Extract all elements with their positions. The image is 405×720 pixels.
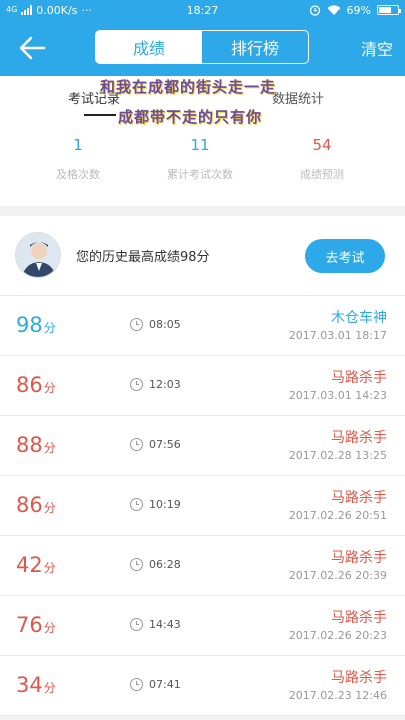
avatar[interactable]	[15, 232, 61, 278]
record-duration: 06:28	[149, 558, 181, 571]
record-score: 88分	[16, 433, 56, 457]
clock-icon	[130, 438, 143, 451]
best-score-text: 您的历史最高成绩98分	[76, 250, 210, 265]
record-list: 98分 08:05 木仓车神 2017.03.01 18:17 86分 12:03 马路杀手…	[0, 296, 405, 716]
stat-pass-count: 1 及格次数	[18, 136, 138, 182]
data-statistics-label: 数据统计	[272, 92, 325, 107]
record-title: 马路杀手	[331, 430, 387, 446]
score-value: 88	[16, 433, 43, 457]
stat-value: 1	[73, 136, 83, 154]
record-row[interactable]: 88分 07:56 马路杀手 2017.02.28 13:25	[0, 416, 405, 476]
stat-caption: 累计考试次数	[167, 168, 233, 181]
stat-value: 54	[312, 136, 332, 154]
signal-icon	[21, 5, 33, 15]
score-unit: 分	[43, 381, 56, 395]
record-row[interactable]: 86分 12:03 马路杀手 2017.03.01 14:23	[0, 356, 405, 416]
score-value: 98	[16, 313, 43, 337]
record-row[interactable]: 98分 08:05 木仓车神 2017.03.01 18:17	[0, 296, 405, 356]
score-value: 42	[16, 553, 43, 577]
stat-caption: 成绩预测	[300, 168, 344, 181]
alarm-icon	[309, 5, 320, 16]
clock-icon	[130, 678, 143, 691]
record-date: 2017.02.28 13:25	[288, 449, 387, 462]
clear-button[interactable]: 清空	[361, 36, 393, 60]
battery-percent: 69%	[346, 3, 371, 17]
stat-total-exams: 11 累计考试次数	[140, 136, 260, 182]
record-score: 98分	[16, 313, 56, 337]
take-exam-button[interactable]: 去考试	[305, 239, 385, 273]
status-bar: 4G 0.00K/s ··· 18:27 69%	[0, 0, 405, 20]
record-row[interactable]: 42分 06:28 马路杀手 2017.02.26 20:39	[0, 536, 405, 596]
clock-icon	[130, 618, 143, 631]
clock-time: 18:27	[186, 3, 219, 17]
stat-value: 11	[190, 136, 210, 154]
record-title: 马路杀手	[331, 370, 387, 386]
clock-icon	[130, 558, 143, 571]
record-duration: 10:19	[149, 498, 181, 511]
stat-score-prediction: 54 成绩预测	[262, 136, 382, 182]
record-score: 86分	[16, 493, 56, 517]
net-speed: 0.00K/s	[36, 3, 78, 17]
back-arrow-icon[interactable]	[14, 32, 54, 64]
record-duration: 08:05	[149, 318, 181, 331]
score-value: 34	[16, 673, 43, 697]
record-duration: 07:41	[149, 678, 181, 691]
clock-icon	[130, 378, 143, 391]
record-date: 2017.02.23 12:46	[288, 689, 387, 702]
score-unit: 分	[43, 621, 56, 635]
tab-leaderboard[interactable]: 排行榜	[202, 31, 308, 63]
score-unit: 分	[43, 561, 56, 575]
record-date: 2017.03.01 14:23	[288, 389, 387, 402]
record-title: 马路杀手	[331, 490, 387, 506]
record-date: 2017.02.26 20:51	[288, 509, 387, 522]
score-value: 86	[16, 373, 43, 397]
record-score: 42分	[16, 553, 56, 577]
stat-caption: 及格次数	[56, 168, 100, 181]
record-score: 76分	[16, 613, 56, 637]
score-unit: 分	[43, 321, 56, 335]
record-row[interactable]: 76分 14:43 马路杀手 2017.02.26 20:23	[0, 596, 405, 656]
record-title: 马路杀手	[331, 550, 387, 566]
record-date: 2017.03.01 18:17	[288, 329, 387, 342]
network-type: 4G	[6, 5, 18, 14]
record-duration: 12:03	[149, 378, 181, 391]
tab-scores[interactable]: 成绩	[96, 31, 202, 63]
record-date: 2017.02.26 20:39	[288, 569, 387, 582]
score-value: 86	[16, 493, 43, 517]
score-unit: 分	[43, 681, 56, 695]
score-unit: 分	[43, 501, 56, 515]
overlay-caption-1: 和我在成都的街头走一走	[100, 78, 277, 96]
record-duration: 14:43	[149, 618, 181, 631]
summary-panel: 考试记录 数据统计 和我在成都的街头走一走 成都带不走的只有你 1 及格次数 1…	[0, 76, 405, 206]
score-value: 76	[16, 613, 43, 637]
overlay-caption-2: 成都带不走的只有你	[118, 108, 263, 126]
battery-icon	[377, 5, 401, 15]
clock-icon	[130, 318, 143, 331]
more-dots: ···	[81, 3, 92, 17]
record-duration: 07:56	[149, 438, 181, 451]
record-title: 马路杀手	[331, 610, 387, 626]
record-row[interactable]: 86分 10:19 马路杀手 2017.02.26 20:51	[0, 476, 405, 536]
record-score: 86分	[16, 373, 56, 397]
record-date: 2017.02.26 20:23	[288, 629, 387, 642]
record-title: 木仓车神	[331, 310, 387, 326]
clock-icon	[130, 498, 143, 511]
segmented-tabs: 成绩 排行榜	[95, 30, 309, 64]
record-title: 马路杀手	[331, 670, 387, 686]
score-unit: 分	[43, 441, 56, 455]
record-row[interactable]: 34分 07:41 马路杀手 2017.02.23 12:46	[0, 656, 405, 716]
best-score-bar: 您的历史最高成绩98分 去考试	[0, 216, 405, 296]
record-score: 34分	[16, 673, 56, 697]
nav-bar: 成绩 排行榜 清空	[0, 20, 405, 76]
wifi-icon	[327, 4, 341, 15]
overlay-underline	[84, 114, 116, 116]
